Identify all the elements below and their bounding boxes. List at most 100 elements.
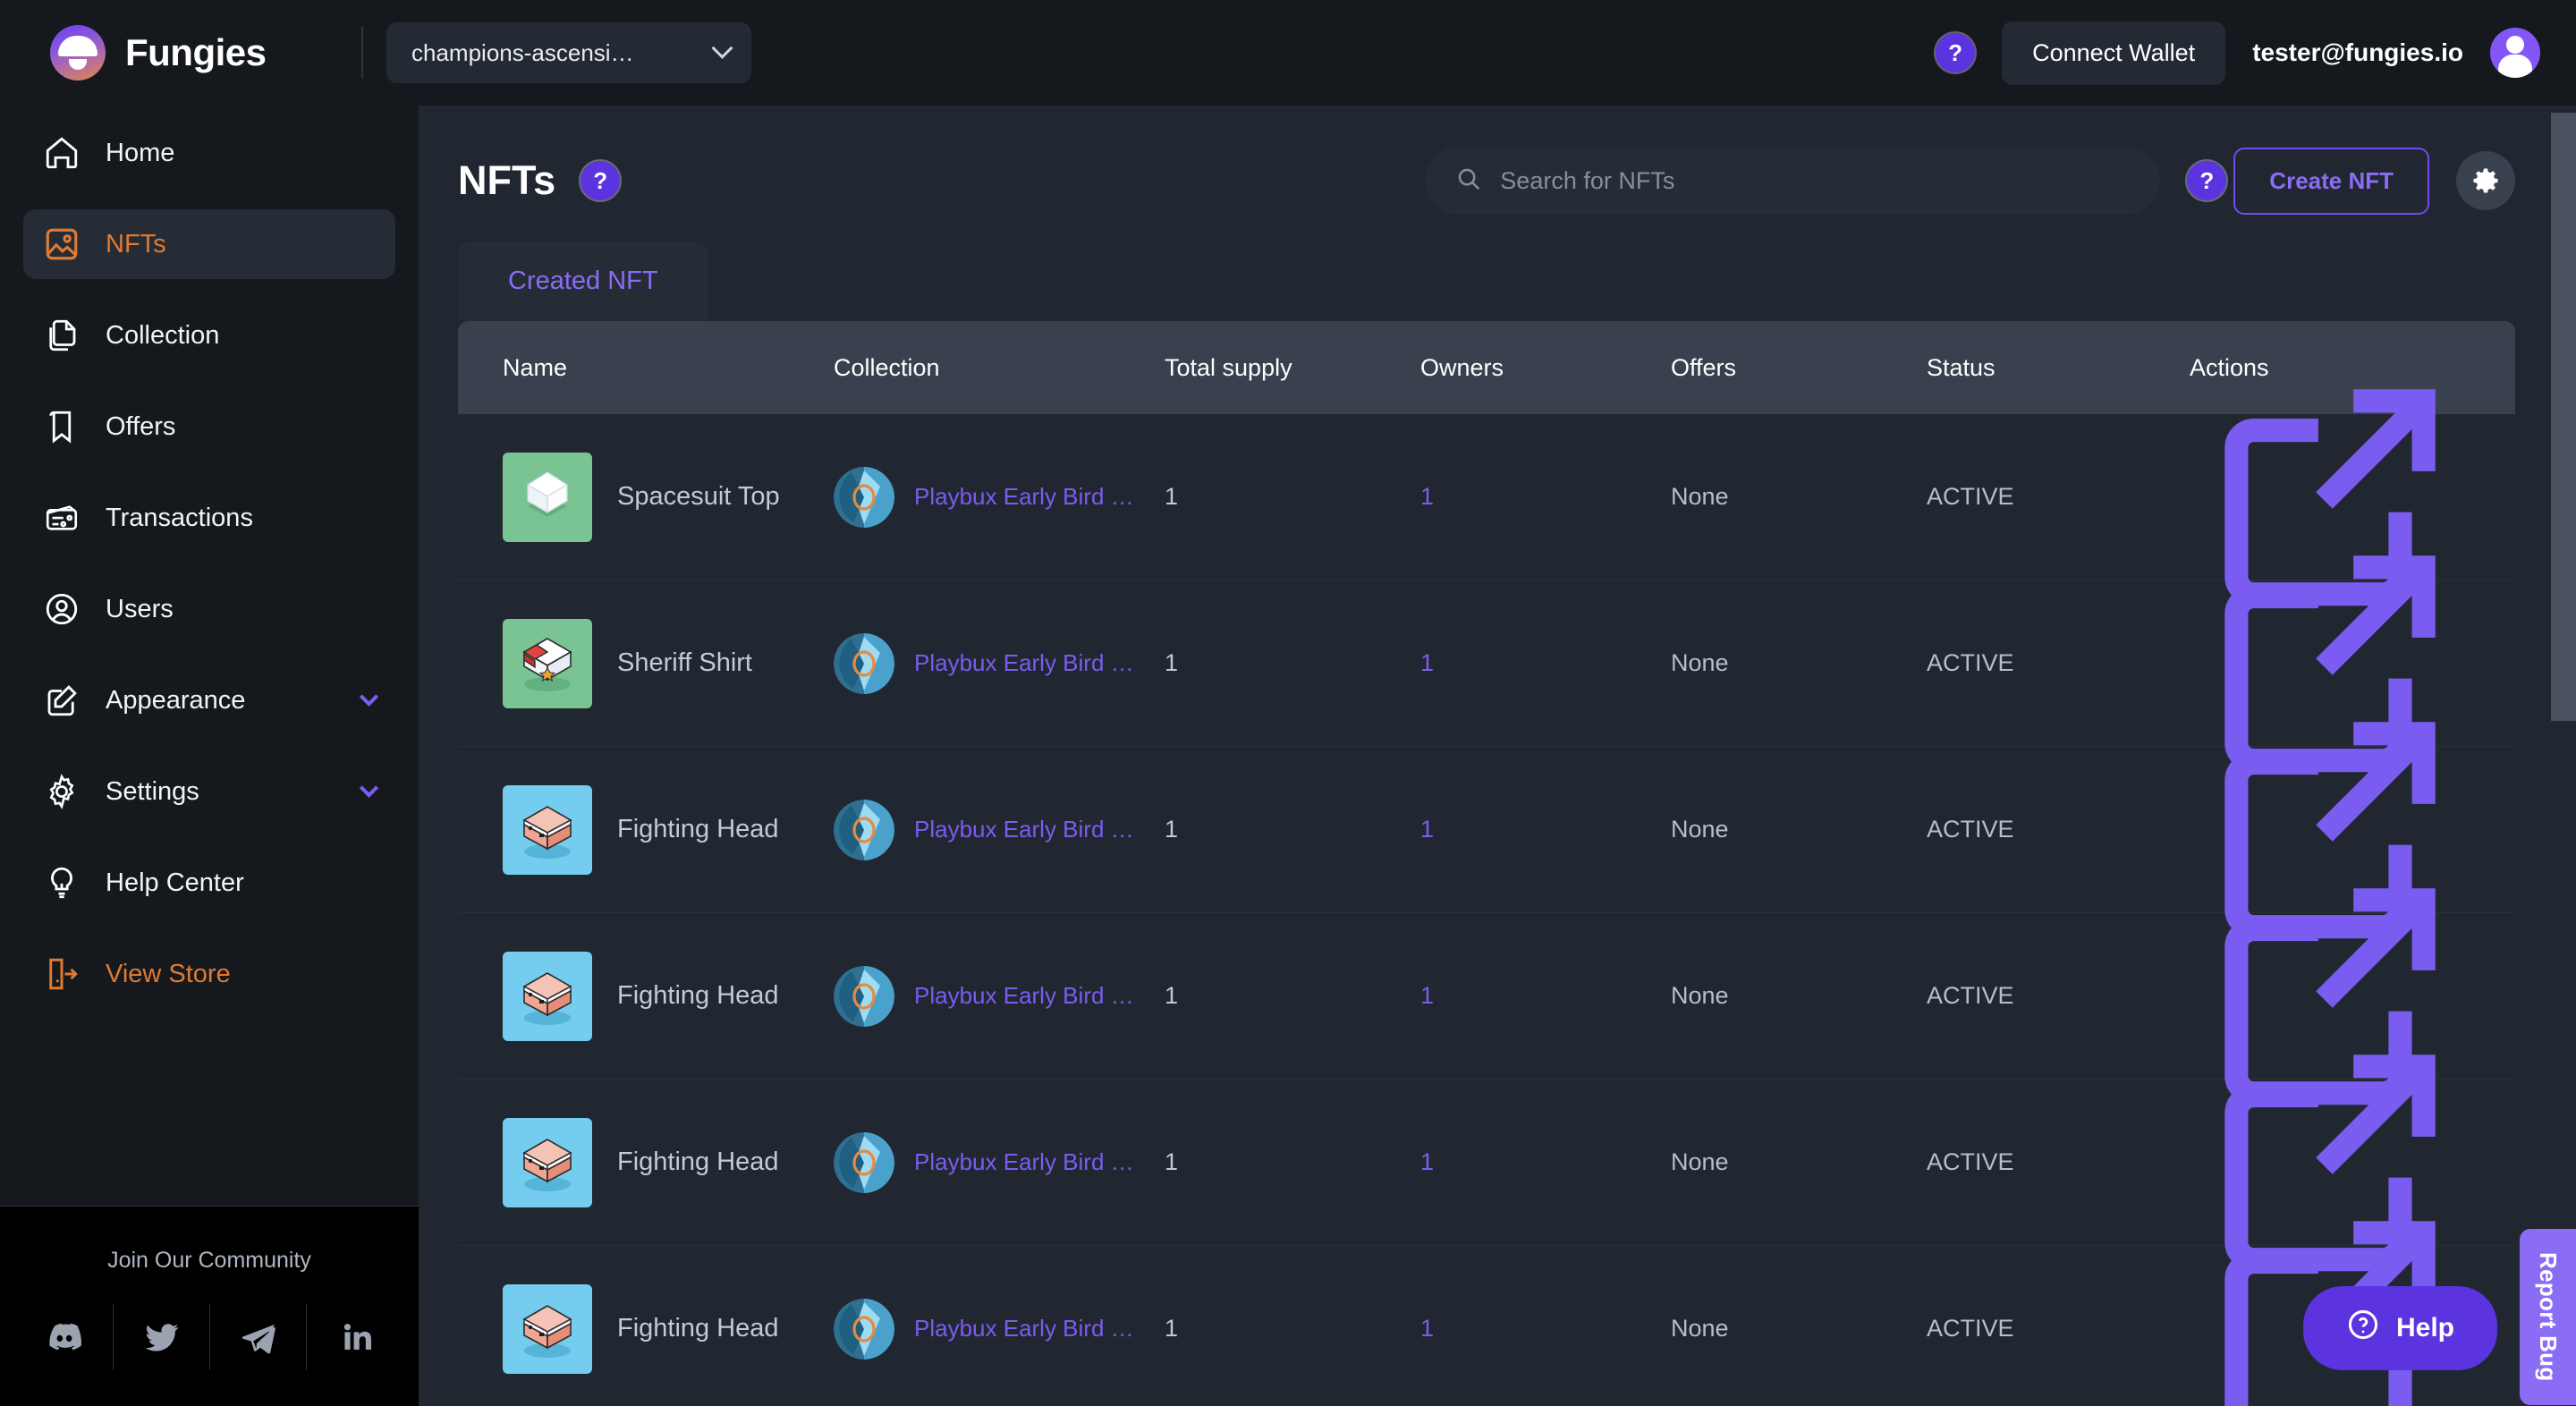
body: Home NFTs Collection Offers Transactions… xyxy=(0,106,2576,1406)
project-selector[interactable]: champions-ascensi… xyxy=(386,22,751,83)
cell-offers: None xyxy=(1671,1148,1729,1175)
sidebar-item-users[interactable]: Users xyxy=(23,574,395,644)
nft-name: Fighting Head xyxy=(617,815,779,843)
nft-name: Fighting Head xyxy=(617,1148,779,1176)
settings-gear-button[interactable] xyxy=(2456,151,2515,210)
connect-wallet-button[interactable]: Connect Wallet xyxy=(2002,21,2226,85)
avatar[interactable] xyxy=(2490,28,2540,78)
search-box[interactable] xyxy=(1425,147,2161,215)
vertical-scrollbar[interactable] xyxy=(2551,113,2576,1406)
cell-owners: 1 xyxy=(1420,483,1671,511)
sidebar-label: Users xyxy=(106,594,174,623)
page-title: NFTs xyxy=(458,157,556,203)
nft-name: Fighting Head xyxy=(617,981,779,1010)
twitter-icon[interactable] xyxy=(113,1304,209,1370)
cell-name: Fighting Head xyxy=(503,1117,834,1207)
owners-link[interactable]: 1 xyxy=(1420,483,1434,510)
sidebar-nav: Home NFTs Collection Offers Transactions… xyxy=(0,106,419,1190)
help-circle-icon xyxy=(2346,1308,2380,1349)
nft-name: Fighting Head xyxy=(617,1314,779,1342)
home-icon xyxy=(43,134,80,172)
cell-collection: Playbux Early Bird … xyxy=(834,632,1165,694)
collection-link[interactable]: Playbux Early Bird … xyxy=(914,816,1134,843)
chevron-down-icon[interactable] xyxy=(359,778,379,798)
owners-link[interactable]: 1 xyxy=(1420,1315,1434,1342)
cell-collection: Playbux Early Bird … xyxy=(834,466,1165,528)
top-bar-right: ? Connect Wallet tester@fungies.io xyxy=(1936,21,2540,85)
image-icon xyxy=(43,225,80,263)
tab-bar: Created NFT xyxy=(419,215,2576,321)
create-nft-help-badge[interactable]: ? xyxy=(2187,161,2227,200)
tab-created-nft[interactable]: Created NFT xyxy=(458,241,708,321)
scrollbar-thumb[interactable] xyxy=(2551,113,2576,721)
bookmark-icon xyxy=(43,408,80,445)
collection-avatar xyxy=(834,799,894,860)
nft-table: Name Collection Total supply Owners Offe… xyxy=(458,321,2515,1406)
column-header-total-supply: Total supply xyxy=(1165,353,1292,381)
chevron-down-icon[interactable] xyxy=(359,687,379,707)
header-help-badge[interactable]: ? xyxy=(1936,33,1976,72)
cell-collection: Playbux Early Bird … xyxy=(834,799,1165,860)
collection-link[interactable]: Playbux Early Bird … xyxy=(914,483,1134,511)
cell-name: Fighting Head xyxy=(503,951,834,1041)
collection-avatar xyxy=(834,1131,894,1193)
main-header: NFTs ? ? Create NFT xyxy=(419,106,2576,215)
community-section: Join Our Community xyxy=(0,1207,419,1406)
community-title: Join Our Community xyxy=(107,1248,311,1273)
nft-thumbnail xyxy=(503,1117,592,1207)
cell-total-supply: 1 xyxy=(1165,1148,1179,1175)
table-row[interactable]: Fighting Head Playbux Early Bird … 1 1 None A… xyxy=(458,1221,2515,1406)
cell-total-supply: 1 xyxy=(1165,483,1179,510)
status-badge: ACTIVE xyxy=(1927,982,2014,1009)
collection-link[interactable]: Playbux Early Bird … xyxy=(914,982,1134,1010)
sidebar-item-nfts[interactable]: NFTs xyxy=(23,209,395,279)
main-actions: ? Create NFT xyxy=(1425,147,2515,215)
header-divider xyxy=(361,27,363,79)
brand[interactable]: Fungies xyxy=(50,25,354,80)
collection-link[interactable]: Playbux Early Bird … xyxy=(914,1148,1134,1176)
collection-link[interactable]: Playbux Early Bird … xyxy=(914,1315,1134,1342)
sidebar-label: Help Center xyxy=(106,868,244,897)
column-header-collection: Collection xyxy=(834,353,940,381)
cell-total-supply: 1 xyxy=(1165,649,1179,676)
sidebar-item-view-store[interactable]: View Store xyxy=(23,939,395,1009)
cell-offers: None xyxy=(1671,982,1729,1009)
sidebar-item-offers[interactable]: Offers xyxy=(23,392,395,462)
search-input[interactable] xyxy=(1500,166,2131,195)
owners-link[interactable]: 1 xyxy=(1420,649,1434,676)
owners-link[interactable]: 1 xyxy=(1420,982,1434,1009)
nft-thumbnail xyxy=(503,1283,592,1374)
owners-link[interactable]: 1 xyxy=(1420,1148,1434,1175)
sidebar-item-collection[interactable]: Collection xyxy=(23,301,395,370)
project-selector-value: champions-ascensi… xyxy=(411,38,634,66)
linkedin-icon[interactable] xyxy=(306,1304,402,1370)
collection-link[interactable]: Playbux Early Bird … xyxy=(914,649,1134,677)
top-bar: Fungies champions-ascensi… ? Connect Wal… xyxy=(0,0,2576,106)
owners-link[interactable]: 1 xyxy=(1420,816,1434,843)
sidebar-item-settings[interactable]: Settings xyxy=(23,757,395,826)
create-nft-button[interactable]: Create NFT xyxy=(2233,147,2429,215)
cell-name: Sheriff Shirt xyxy=(503,618,834,708)
cell-owners: 1 xyxy=(1420,649,1671,677)
sidebar-item-home[interactable]: Home xyxy=(23,118,395,188)
app-root: Fungies champions-ascensi… ? Connect Wal… xyxy=(0,0,2576,1406)
column-header-owners: Owners xyxy=(1420,353,1504,381)
sidebar-label: Transactions xyxy=(106,503,253,532)
social-links xyxy=(0,1304,419,1370)
page-title-help-badge[interactable]: ? xyxy=(580,161,621,200)
sidebar-item-help-center[interactable]: Help Center xyxy=(23,848,395,918)
discord-icon[interactable] xyxy=(16,1304,113,1370)
report-bug-tab[interactable]: Report Bug xyxy=(2520,1229,2576,1405)
telegram-icon[interactable] xyxy=(209,1304,306,1370)
cell-offers: None xyxy=(1671,483,1729,510)
cell-collection: Playbux Early Bird … xyxy=(834,1298,1165,1359)
cell-offers: None xyxy=(1671,816,1729,843)
sidebar-label: Home xyxy=(106,138,175,167)
sidebar-item-appearance[interactable]: Appearance xyxy=(23,665,395,735)
help-button[interactable]: Help xyxy=(2302,1286,2497,1370)
nft-thumbnail xyxy=(503,784,592,875)
nft-name: Spacesuit Top xyxy=(617,482,780,511)
status-badge: ACTIVE xyxy=(1927,483,2014,510)
cell-name: Fighting Head xyxy=(503,1283,834,1374)
sidebar-item-transactions[interactable]: Transactions xyxy=(23,483,395,553)
